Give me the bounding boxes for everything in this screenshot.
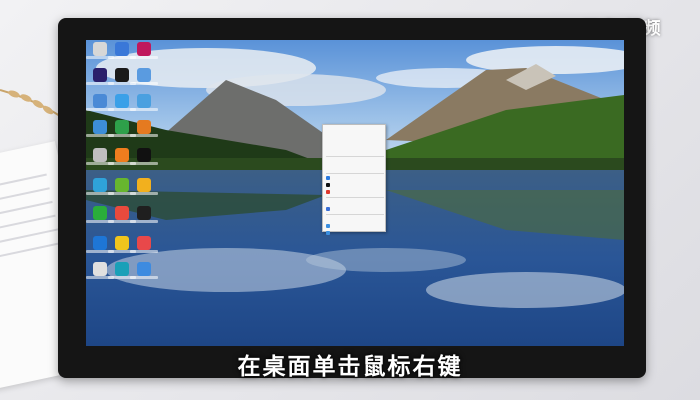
app-icon[interactable]	[108, 94, 136, 114]
tiktok-icon[interactable]	[130, 148, 158, 168]
context-menu-item[interactable]	[323, 223, 387, 230]
caption-subtitle: 在桌面单击鼠标右键	[237, 354, 463, 380]
recycle-bin-icon[interactable]	[86, 42, 114, 62]
context-menu-item[interactable]	[323, 127, 387, 134]
app-icon[interactable]	[108, 236, 136, 256]
context-menu-item[interactable]	[323, 230, 387, 237]
app-icon[interactable]	[86, 178, 114, 198]
app-icon[interactable]	[130, 94, 158, 114]
context-menu-item[interactable]	[323, 206, 387, 213]
edge-icon[interactable]	[108, 262, 136, 282]
menu-separator	[326, 214, 384, 215]
app-icon[interactable]	[108, 178, 136, 198]
app-icon[interactable]	[86, 120, 114, 140]
app-icon[interactable]	[130, 236, 158, 256]
qq-icon[interactable]	[108, 68, 136, 88]
context-menu-item[interactable]	[323, 158, 387, 165]
app-icon[interactable]	[130, 120, 158, 140]
tool-icon[interactable]	[108, 148, 136, 168]
context-menu-item[interactable]	[323, 165, 387, 172]
menu-item-icon	[326, 231, 330, 235]
app-icon[interactable]	[130, 262, 158, 282]
app-icon[interactable]	[130, 206, 158, 226]
context-menu-item[interactable]	[323, 182, 387, 189]
menu-item-icon	[326, 190, 330, 194]
desktop-screen[interactable]	[86, 40, 624, 346]
context-menu-item[interactable]	[323, 141, 387, 148]
settings-icon[interactable]	[86, 94, 114, 114]
network-icon[interactable]	[130, 68, 158, 88]
context-menu-item[interactable]	[323, 216, 387, 223]
premiere-icon[interactable]	[86, 68, 114, 88]
context-menu-item[interactable]	[323, 189, 387, 196]
menu-item-icon	[326, 176, 330, 180]
shield-icon[interactable]	[86, 236, 114, 256]
menu-item-icon	[326, 207, 330, 211]
menu-item-icon	[326, 224, 330, 228]
context-menu[interactable]	[322, 124, 387, 235]
context-menu-item[interactable]	[323, 148, 387, 155]
context-menu-item[interactable]	[323, 175, 387, 182]
app-icon[interactable]	[130, 178, 158, 198]
app-icon[interactable]	[130, 42, 158, 62]
menu-separator	[326, 197, 384, 198]
context-menu-item[interactable]	[323, 199, 387, 206]
menu-item-icon	[326, 183, 330, 187]
menu-separator	[326, 173, 384, 174]
menu-separator	[326, 156, 384, 157]
app-icon[interactable]	[108, 206, 136, 226]
context-menu-item[interactable]	[323, 134, 387, 141]
recycle-icon[interactable]	[86, 148, 114, 168]
maxthon-browser-icon[interactable]	[108, 42, 136, 62]
wechat-icon[interactable]	[86, 206, 114, 226]
media-player-icon[interactable]	[108, 120, 136, 140]
pen-icon[interactable]	[86, 262, 114, 282]
